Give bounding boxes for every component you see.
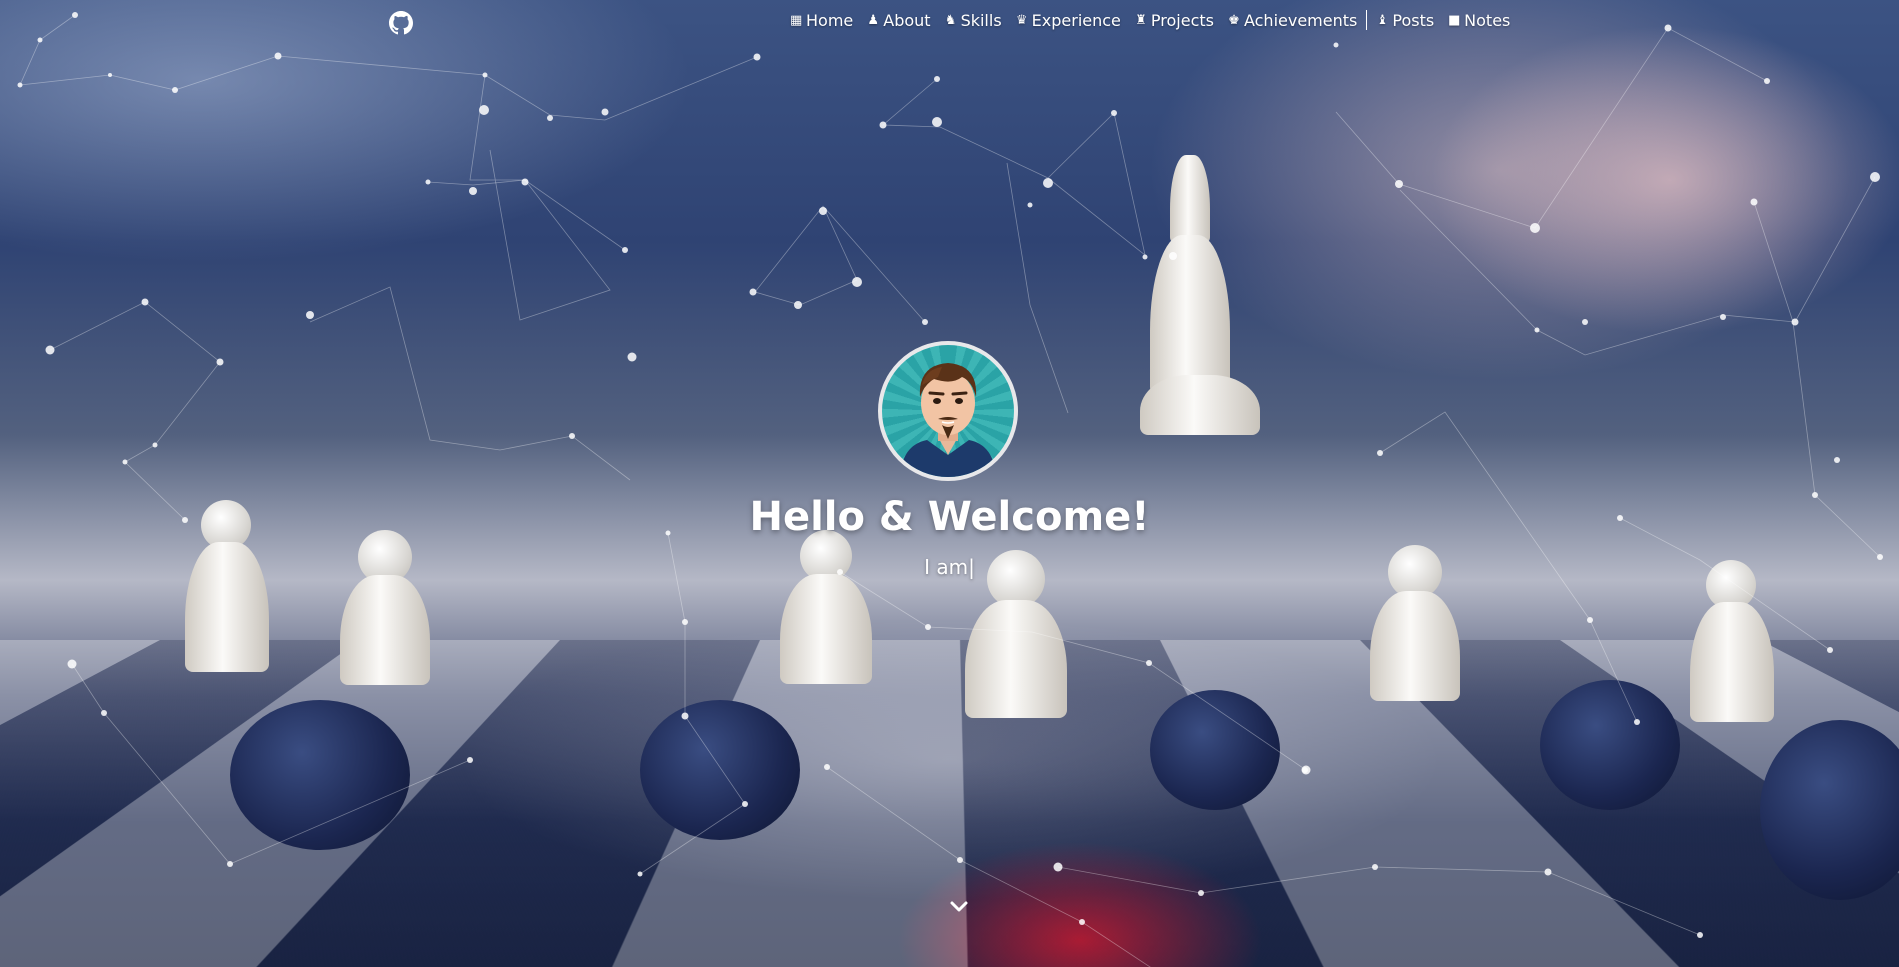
dark-piece-decoration [230, 700, 410, 850]
king-icon: ♚ [1228, 12, 1240, 28]
hand-background [1250, 0, 1899, 480]
nav-about[interactable]: ♟ About [860, 11, 937, 30]
nav-notes-label: Notes [1464, 10, 1511, 30]
scroll-down-button[interactable] [948, 896, 970, 918]
queen-icon: ♛ [1015, 12, 1028, 28]
knight-icon: ♞ [944, 12, 957, 28]
dark-piece-decoration [1540, 680, 1680, 810]
nav-achievements-label: Achievements [1243, 10, 1358, 30]
nav-experience[interactable]: ♛ Experience [1009, 11, 1128, 30]
nav-experience-label: Experience [1031, 10, 1121, 30]
github-icon [389, 11, 413, 35]
nav-posts-label: Posts [1392, 10, 1435, 30]
nav-about-label: About [883, 10, 931, 30]
nav-divider [1366, 10, 1368, 30]
dark-piece-decoration [1150, 690, 1280, 810]
notes-icon: ■ [1448, 12, 1461, 28]
dark-piece-decoration [640, 700, 800, 840]
nav-projects-label: Projects [1150, 10, 1214, 30]
typed-subtitle: I am| [924, 555, 975, 579]
nav-notes[interactable]: ■ Notes [1441, 11, 1517, 30]
nav-achievements[interactable]: ♚ Achievements [1221, 11, 1364, 30]
pawn-icon: ♟ [867, 12, 880, 28]
nav-posts[interactable]: ♝ Posts [1369, 11, 1441, 30]
github-link[interactable] [388, 10, 414, 36]
chessboard-icon: ▦ [790, 12, 803, 28]
nav-home[interactable]: ▦ Home [783, 11, 860, 30]
nav-skills-label: Skills [960, 10, 1002, 30]
nav-projects[interactable]: ♜ Projects [1128, 11, 1221, 30]
avatar [878, 341, 1018, 481]
avatar-illustration [900, 363, 996, 477]
main-nav: ▦ Home ♟ About ♞ Skills ♛ Experience ♜ P… [783, 8, 1517, 32]
rook-icon: ♜ [1135, 12, 1147, 28]
nav-home-label: Home [806, 10, 854, 30]
bishop-icon: ♝ [1376, 12, 1389, 28]
nav-skills[interactable]: ♞ Skills [938, 11, 1009, 30]
page-title: Hello & Welcome! [749, 494, 1150, 540]
hero-section: ▦ Home ♟ About ♞ Skills ♛ Experience ♜ P… [0, 0, 1899, 967]
chevron-down-icon [950, 901, 968, 912]
